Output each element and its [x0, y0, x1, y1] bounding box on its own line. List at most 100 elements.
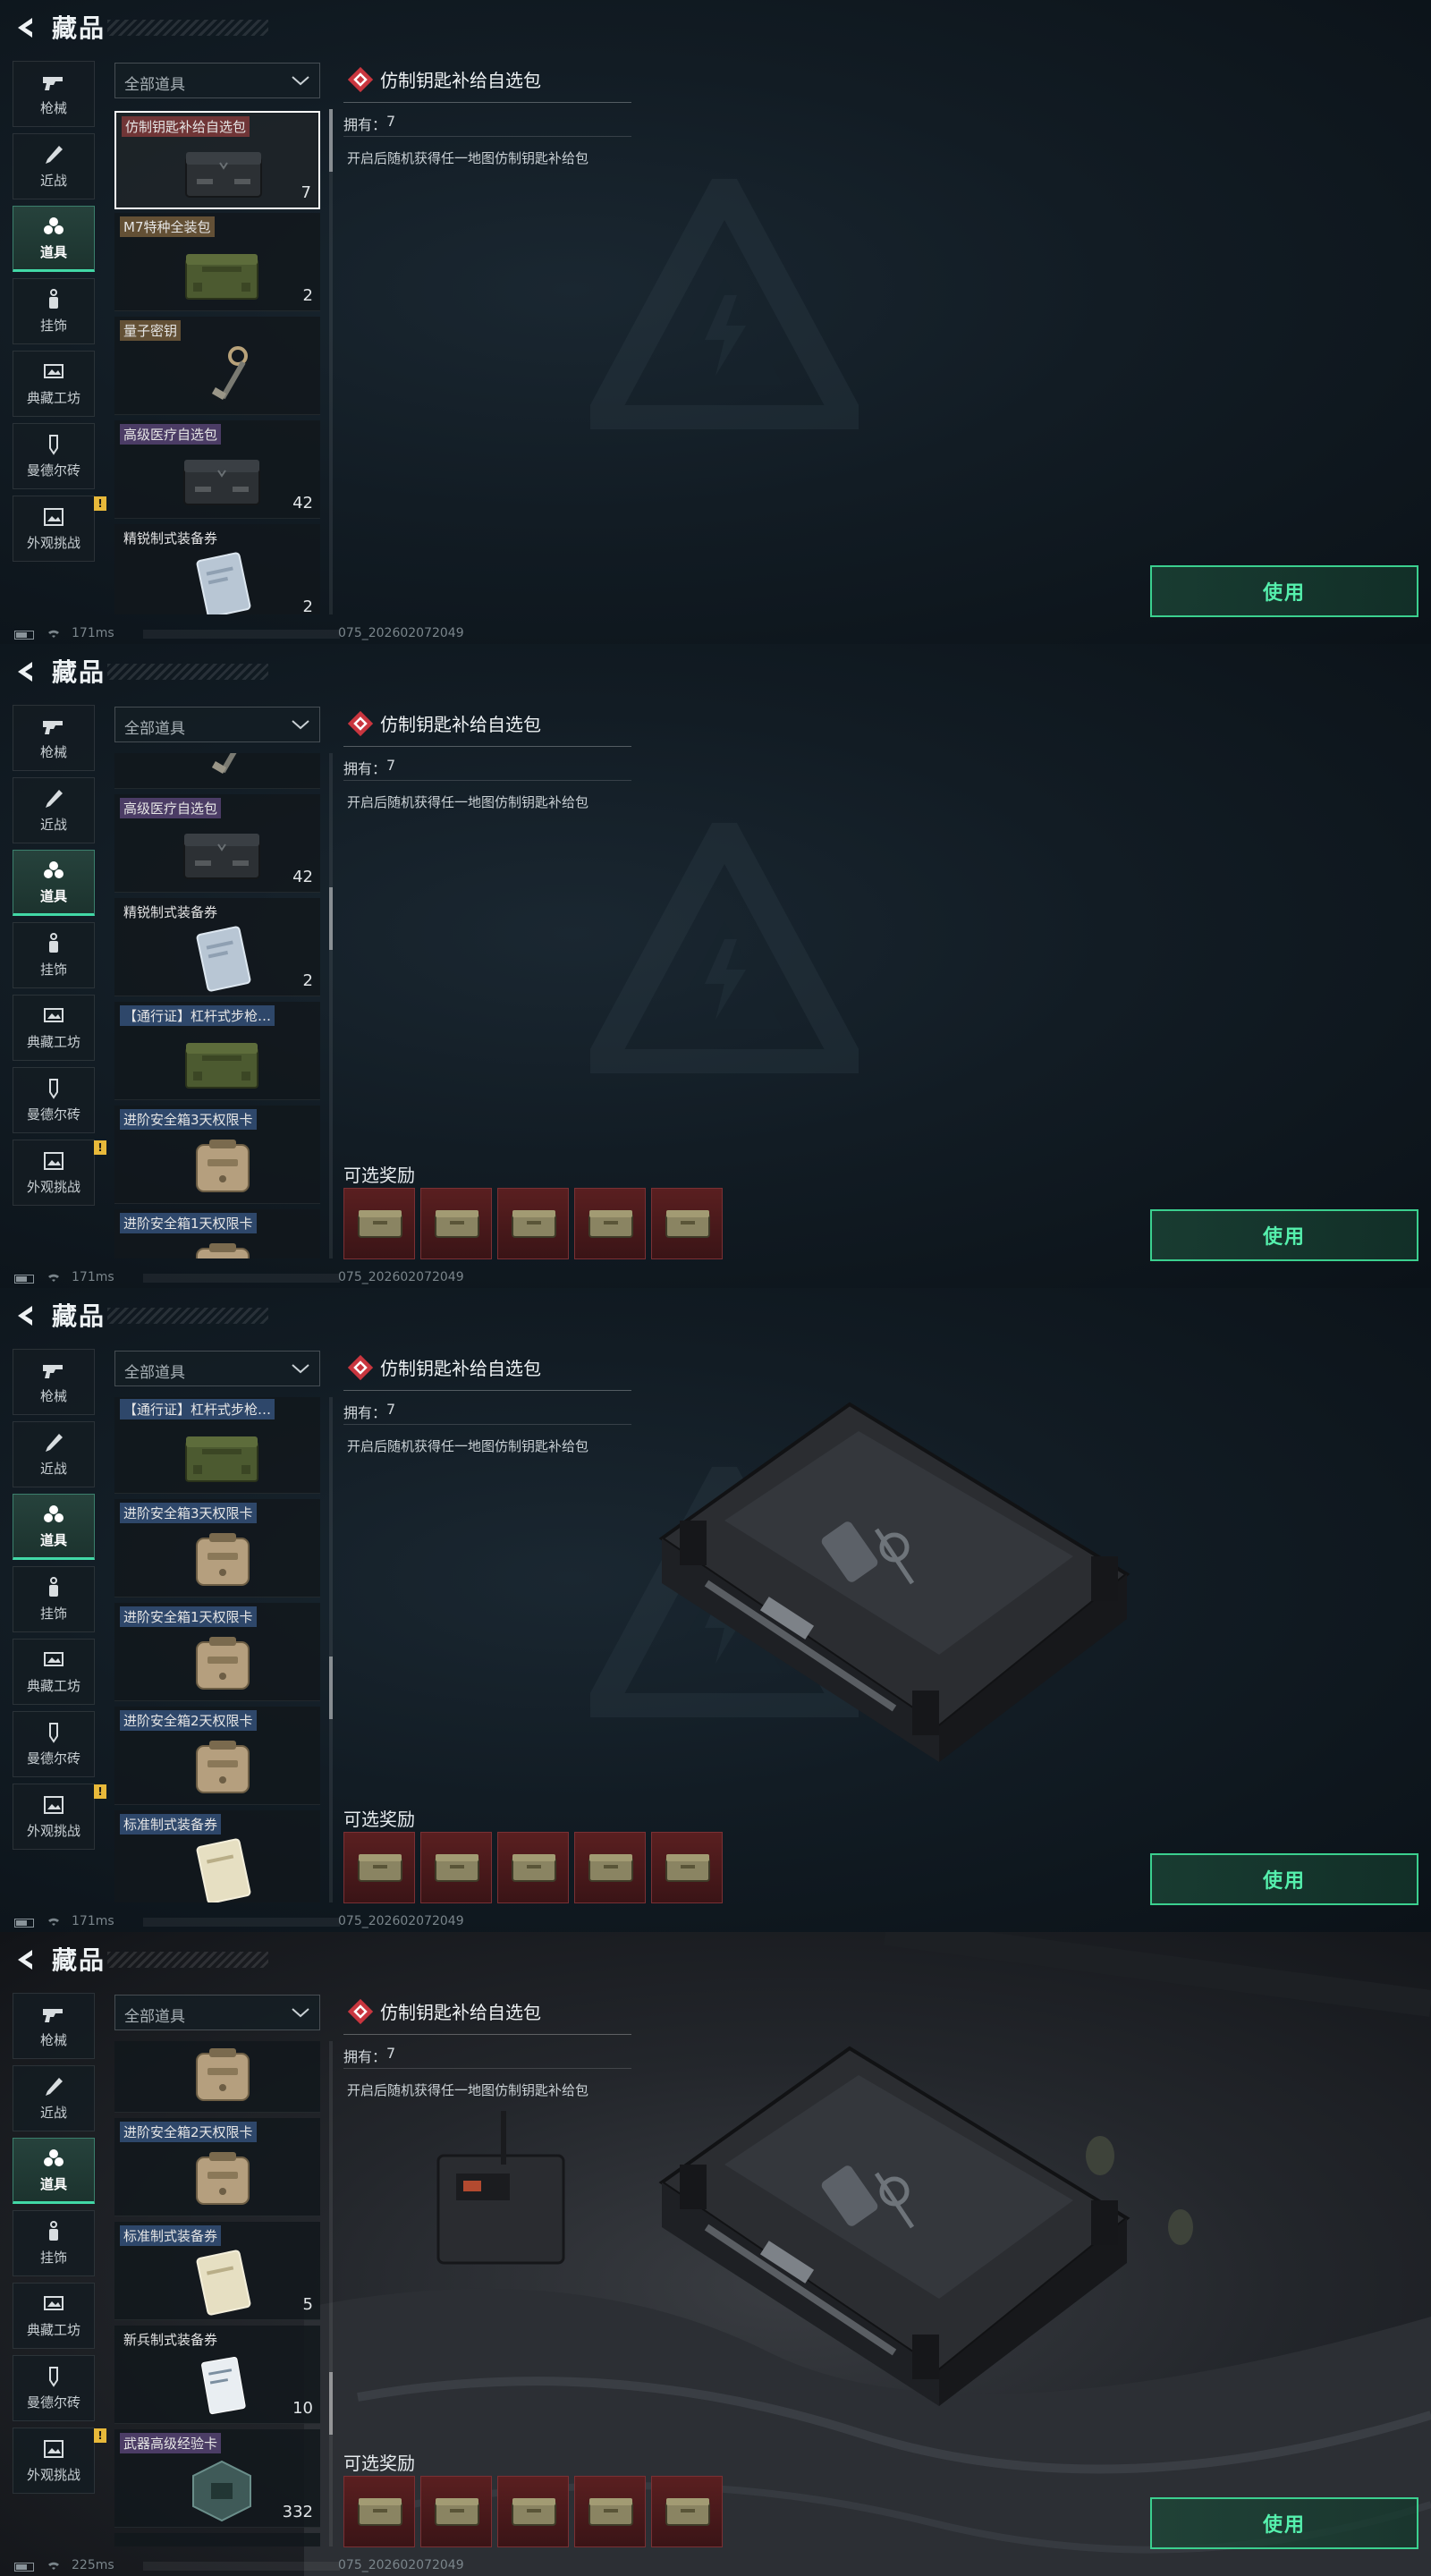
wifi-icon	[48, 2562, 59, 2570]
divider	[343, 780, 631, 781]
nav-item-charms[interactable]: 挂饰	[13, 1566, 95, 1632]
reward-slot[interactable]	[343, 1832, 415, 1903]
nav-item-charms[interactable]: 挂饰	[13, 922, 95, 988]
reward-crate-icon	[661, 1847, 715, 1886]
list-item[interactable]: 精锐制式装备券 2	[114, 524, 320, 614]
rewards-label: 可选奖励	[343, 1165, 415, 1186]
back-arrow-icon[interactable]	[13, 1946, 39, 1973]
list-item[interactable]: 新兵制式装备券 10	[114, 2326, 320, 2424]
nav-item-melee[interactable]: 近战	[13, 777, 95, 843]
reward-slot[interactable]	[420, 1188, 492, 1259]
voucher-icon	[168, 2249, 275, 2317]
gun-icon	[41, 1360, 66, 1381]
reward-slot[interactable]	[343, 1188, 415, 1259]
list-item[interactable]: 量子密钥	[114, 317, 320, 415]
reward-slot[interactable]	[651, 1188, 723, 1259]
nav-item-brick[interactable]: 曼德尔砖	[13, 1067, 95, 1133]
brick-icon	[41, 1078, 66, 1099]
blurred-text	[143, 1918, 340, 1927]
nav-item-charms[interactable]: 挂饰	[13, 278, 95, 344]
reward-slot[interactable]	[420, 1832, 492, 1903]
list-item[interactable]: 进阶安全箱3天权限卡	[114, 1106, 320, 1204]
nav-item-appearance[interactable]: 外观挑战!	[13, 2428, 106, 2494]
detail-title: 仿制钥匙补给自选包	[380, 70, 541, 91]
nav-item-brick[interactable]: 曼德尔砖	[13, 2355, 95, 2421]
nav-item-workshop[interactable]: 典藏工坊	[13, 995, 95, 1061]
list-item[interactable]: 标准制式装备券	[114, 1810, 320, 1902]
list-item[interactable]	[114, 2041, 320, 2113]
list-item[interactable]: 高级医疗自选包 42	[114, 794, 320, 893]
battery-icon	[14, 1275, 34, 1284]
nav-item-brick[interactable]: 曼德尔砖	[13, 1711, 95, 1777]
nav-label: 典藏工坊	[26, 389, 80, 406]
reward-slot[interactable]	[343, 2476, 415, 2547]
list-item[interactable]: 进阶安全箱1天权限卡	[114, 1603, 320, 1701]
nav-item-melee[interactable]: 近战	[13, 2065, 95, 2131]
nav-item-items[interactable]: 道具	[13, 1494, 95, 1560]
nav-item-guns[interactable]: 枪械	[13, 1993, 95, 2059]
list-scrollbar[interactable]	[329, 109, 333, 614]
nav-item-items[interactable]: 道具	[13, 850, 95, 916]
reward-slot[interactable]	[651, 2476, 723, 2547]
list-scrollbar[interactable]	[329, 1397, 333, 1902]
nav-item-items[interactable]: 道具	[13, 206, 95, 272]
nav-item-brick[interactable]: 曼德尔砖	[13, 423, 95, 489]
nav-item-appearance[interactable]: 外观挑战!	[13, 496, 106, 562]
nav-item-workshop[interactable]: 典藏工坊	[13, 1639, 95, 1705]
reward-slot[interactable]	[574, 1188, 646, 1259]
nav-item-items[interactable]: 道具	[13, 2138, 95, 2204]
list-item[interactable]: 【通行证】杠杆式步枪…	[114, 1397, 320, 1494]
nav-item-charms[interactable]: 挂饰	[13, 2210, 95, 2276]
nav-label: 枪械	[39, 1387, 67, 1404]
filter-dropdown[interactable]: 全部道具	[114, 63, 320, 98]
list-item[interactable]: 仿制钥匙补给自选包 7	[114, 111, 320, 209]
list-item[interactable]: M7特种全装包 2	[114, 213, 320, 311]
nav-item-melee[interactable]: 近战	[13, 133, 95, 199]
nav-label: 外观挑战	[26, 1822, 80, 1839]
item-name: 量子密钥	[120, 320, 182, 341]
list-item[interactable]	[114, 2533, 320, 2546]
list-item[interactable]: 进阶安全箱2天权限卡	[114, 1707, 320, 1805]
nav-item-workshop[interactable]: 典藏工坊	[13, 351, 95, 417]
reward-slot[interactable]	[420, 2476, 492, 2547]
reward-slot[interactable]	[574, 1832, 646, 1903]
nav-item-melee[interactable]: 近战	[13, 1421, 95, 1487]
reward-slot[interactable]	[651, 1832, 723, 1903]
use-button[interactable]: 使用	[1150, 1853, 1418, 1905]
safe-box-icon	[168, 1733, 275, 1801]
list-item[interactable]: 进阶安全箱1天权限卡	[114, 1209, 320, 1258]
reward-crate-icon	[661, 1203, 715, 1242]
list-item[interactable]: 高级医疗自选包 42	[114, 420, 320, 519]
use-button[interactable]: 使用	[1150, 2497, 1418, 2549]
nav-item-guns[interactable]: 枪械	[13, 705, 95, 771]
list-item[interactable]: 精锐制式装备券 2	[114, 898, 320, 996]
nav-item-guns[interactable]: 枪械	[13, 61, 95, 127]
filter-dropdown[interactable]: 全部道具	[114, 707, 320, 742]
nav-item-guns[interactable]: 枪械	[13, 1349, 95, 1415]
back-arrow-icon[interactable]	[13, 1302, 39, 1329]
wifi-icon	[48, 630, 59, 638]
nav-item-workshop[interactable]: 典藏工坊	[13, 2283, 95, 2349]
back-arrow-icon[interactable]	[13, 14, 39, 41]
nav-item-appearance[interactable]: 外观挑战!	[13, 1784, 106, 1850]
filter-dropdown[interactable]: 全部道具	[114, 1351, 320, 1386]
reward-slot[interactable]	[574, 2476, 646, 2547]
reward-slot[interactable]	[497, 1832, 569, 1903]
list-item[interactable]: 进阶安全箱3天权限卡	[114, 1499, 320, 1597]
list-item[interactable]: 进阶安全箱2天权限卡	[114, 2118, 320, 2216]
reward-slot[interactable]	[497, 2476, 569, 2547]
list-scrollbar[interactable]	[329, 753, 333, 1258]
category-nav: 枪械 近战 道具 挂饰 典藏工坊 曼德尔砖 外观挑战!	[13, 1349, 106, 1856]
filter-dropdown[interactable]: 全部道具	[114, 1995, 320, 2030]
list-item[interactable]	[114, 753, 320, 789]
list-item[interactable]: 【通行证】杠杆式步枪…	[114, 1002, 320, 1100]
use-button[interactable]: 使用	[1150, 1209, 1418, 1261]
use-button[interactable]: 使用	[1150, 565, 1418, 617]
back-arrow-icon[interactable]	[13, 658, 39, 685]
crate-preview-image	[626, 1368, 1163, 1762]
nav-item-appearance[interactable]: 外观挑战!	[13, 1140, 106, 1206]
list-item[interactable]: 标准制式装备券 5	[114, 2222, 320, 2320]
reward-slot[interactable]	[497, 1188, 569, 1259]
list-scrollbar[interactable]	[329, 2041, 333, 2546]
list-item[interactable]: 武器高级经验卡 332	[114, 2429, 320, 2528]
